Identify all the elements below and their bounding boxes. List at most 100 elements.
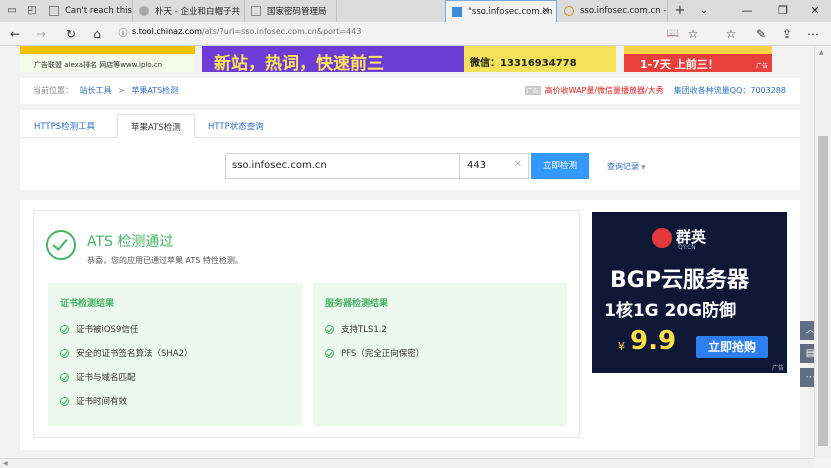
- url-path: /ats/?url=sso.infosec.com.cn&port=443: [201, 27, 362, 36]
- breadcrumb-bar: 当前位置： 站长工具 > 苹果ATS检测 广告 高价收WAP量/微信量播放器/大…: [20, 78, 800, 104]
- check-icon: [60, 324, 69, 334]
- ad-price-symbol: ¥: [618, 340, 625, 353]
- check-icon: [60, 396, 69, 406]
- info-icon[interactable]: ⓘ: [114, 25, 132, 43]
- ad-price: 9.9: [630, 326, 677, 356]
- chinaz-icon: [452, 6, 462, 17]
- server-item: 支持TLS1.2: [325, 323, 387, 335]
- cert-item-label: 安全的证书签名算法（SHA2）: [76, 349, 193, 359]
- tab-ats-check[interactable]: 苹果ATS检测: [117, 114, 195, 138]
- more-options-button[interactable]: ⋯: [800, 368, 814, 387]
- tab-title: "sso.infosec.com.cn: [468, 6, 553, 17]
- new-tab-icon[interactable]: +: [672, 3, 688, 19]
- ad-tag: 广告: [755, 63, 768, 70]
- tab-actions-icon[interactable]: ▭: [4, 3, 20, 19]
- history-dropdown[interactable]: 查询记录 ▼: [607, 161, 646, 172]
- check-icon: [60, 348, 69, 358]
- more-icon[interactable]: ⋯: [804, 25, 822, 43]
- clear-port-icon[interactable]: ✕: [514, 159, 522, 170]
- cert-item: 证书与域名匹配: [60, 371, 136, 383]
- promo-link-qq[interactable]: 集团收各种流量QQ：7003288: [674, 85, 786, 96]
- tool-panel: HTTPS检测工具 苹果ATS检测 HTTP状态查询 sso.infosec.c…: [20, 110, 800, 190]
- result-title: ATS 检测通过: [87, 234, 174, 250]
- horizontal-scrollbar[interactable]: ◀: [0, 458, 814, 468]
- tab-label: 苹果ATS检测: [131, 123, 181, 133]
- tab-cant-reach[interactable]: Can't reach this page: [43, 0, 133, 22]
- ad-buy-button[interactable]: 立即抢购: [696, 336, 768, 358]
- ad-headline: BGP云服务器: [610, 268, 749, 293]
- tab-putian[interactable]: 朴天 - 企业和白帽子共: [133, 0, 245, 22]
- server-result-card: 服务器检测结果 支持TLS1.2 PFS（完全正向保密）: [313, 283, 567, 426]
- banner-contact-box: 微信：13316934778: [464, 46, 616, 72]
- check-icon: [325, 348, 334, 358]
- result-subtitle: 恭喜，您的应用已通过苹果 ATS 特性检测。: [87, 256, 243, 265]
- checkmark: [52, 235, 68, 251]
- minimize-button[interactable]: —: [728, 0, 766, 22]
- banner-middle[interactable]: 新站，热词，快速前三 微信：13316934778: [202, 46, 616, 72]
- page-icon: [49, 6, 59, 16]
- lock-icon: [564, 6, 574, 16]
- tab-title: 国家密码管理局: [267, 7, 327, 17]
- check-now-button[interactable]: 立即检测: [531, 153, 589, 179]
- banner-strip: [20, 46, 195, 54]
- banner-left-text: 广告联盟 alexa排名 网店等www.iplo.cn: [34, 61, 163, 69]
- tab-title: sso.infosec.com.cn - SS: [580, 6, 667, 16]
- tab-oscca[interactable]: 国家密码管理局: [245, 0, 337, 22]
- share-icon[interactable]: ⇪: [778, 25, 796, 43]
- tab-https-check[interactable]: HTTPS检测工具: [34, 120, 95, 132]
- scroll-left-arrow-icon[interactable]: ◀: [3, 460, 8, 467]
- cert-item: 证书被iOS9信任: [60, 323, 138, 335]
- cert-item-label: 证书被iOS9信任: [76, 325, 139, 335]
- forward-arrow-icon[interactable]: →: [32, 25, 50, 43]
- url-host: s.tool.chinaz.com: [132, 27, 202, 36]
- port-input-value: 443: [467, 160, 487, 171]
- page-content: 广告联盟 alexa排名 网店等www.iplo.cn 新站，热词，快速前三 微…: [0, 46, 814, 458]
- qycn-logo-icon: [652, 228, 672, 248]
- close-window-button[interactable]: ✕: [796, 0, 831, 22]
- port-input[interactable]: 443 ✕: [459, 153, 529, 179]
- feedback-button[interactable]: ▤: [800, 344, 814, 363]
- tab-sso-ssl[interactable]: sso.infosec.com.cn - SS: [558, 0, 668, 22]
- server-result-title: 服务器检测结果: [325, 299, 389, 309]
- caret-down-icon: ▼: [641, 164, 646, 171]
- close-tab-icon[interactable]: ✕: [542, 6, 550, 17]
- home-icon[interactable]: ⌂: [88, 25, 106, 43]
- ad-qycn[interactable]: 群英 QY.CN BGP云服务器 1核1G 20G防御 ¥ 9.9 立即抢购 广…: [592, 212, 787, 373]
- cert-item-label: 证书时间有效: [76, 397, 128, 407]
- breadcrumb-current[interactable]: 苹果ATS检测: [131, 86, 178, 95]
- breadcrumb-separator: >: [118, 86, 125, 95]
- star-icon[interactable]: ☆: [684, 25, 702, 43]
- breadcrumb: 当前位置： 站长工具 > 苹果ATS检测: [33, 85, 178, 96]
- banner-left[interactable]: 广告联盟 alexa排名 网店等www.iplo.cn: [20, 46, 195, 72]
- promo-ad-badge: 广告: [524, 86, 541, 95]
- scroll-up-arrow-icon[interactable]: ▲: [819, 49, 824, 56]
- chevron-down-icon[interactable]: ⌄: [696, 3, 712, 19]
- vertical-scrollbar[interactable]: ▲: [814, 46, 831, 458]
- host-input[interactable]: sso.infosec.com.cn ✕: [225, 153, 480, 179]
- promo-link-traffic[interactable]: 高价收WAP量/微信量播放器/大秀: [545, 85, 664, 96]
- check-icon: [60, 372, 69, 382]
- tab-active-sso[interactable]: "sso.infosec.com.cn ✕: [445, 0, 557, 22]
- host-input-value: sso.infosec.com.cn: [232, 160, 327, 171]
- server-item-label: 支持TLS1.2: [341, 325, 387, 335]
- url-field[interactable]: s.tool.chinaz.com/ats/?url=sso.infosec.c…: [132, 27, 361, 36]
- check-icon: [325, 324, 334, 334]
- favorites-icon[interactable]: ☆: [722, 25, 740, 43]
- pen-icon[interactable]: ✎: [752, 25, 770, 43]
- back-arrow-icon[interactable]: ←: [6, 25, 24, 43]
- cert-item-label: 证书与域名匹配: [76, 373, 136, 383]
- tab-http-status[interactable]: HTTP状态查询: [208, 120, 264, 132]
- reading-view-icon[interactable]: 📖: [664, 25, 682, 43]
- breadcrumb-home-link[interactable]: 站长工具: [80, 86, 112, 95]
- cert-result-title: 证书检测结果: [60, 299, 115, 309]
- scrollbar-thumb[interactable]: [818, 136, 828, 446]
- gear-icon: [139, 6, 149, 16]
- promo-links: 广告 高价收WAP量/微信量播放器/大秀 集团收各种流量QQ：7003288: [524, 85, 786, 96]
- tab-title: Can't reach this page: [65, 6, 132, 16]
- banner-right[interactable]: 1-7天 上前三！ 广告: [624, 46, 772, 72]
- tab-aside-icon[interactable]: ◰: [24, 3, 40, 19]
- history-label: 查询记录: [607, 162, 639, 171]
- refresh-icon[interactable]: ↻: [62, 25, 80, 43]
- scroll-top-button[interactable]: ︿: [800, 321, 814, 340]
- result-box: ATS 检测通过 恭喜，您的应用已通过苹果 ATS 特性检测。 证书检测结果 证…: [33, 210, 580, 438]
